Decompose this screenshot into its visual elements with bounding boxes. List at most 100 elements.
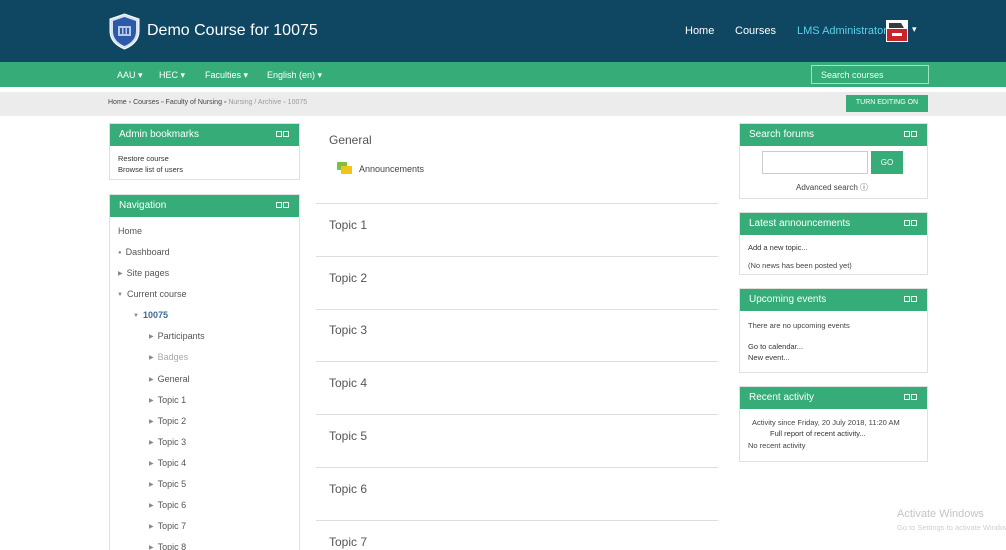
navigation-header[interactable]: Navigation	[110, 195, 299, 217]
nav-tree-topic-4[interactable]: ▶ Topic 4	[149, 458, 186, 468]
restore-course-link[interactable]: Restore course	[118, 154, 169, 163]
block-controls-icon[interactable]	[904, 394, 919, 401]
section-divider	[316, 203, 718, 204]
nav-tree-badges[interactable]: ▶ Badges	[149, 352, 188, 362]
chevron-right-icon: ▶	[149, 461, 154, 467]
block-controls-icon[interactable]	[904, 131, 919, 138]
announcements-link[interactable]: Announcements	[359, 164, 424, 174]
breadcrumb-separator: ▫	[128, 99, 132, 106]
recent-activity-header[interactable]: Recent activity	[740, 387, 927, 409]
recent-activity-block: Recent activity Activity since Friday, 2…	[739, 386, 928, 462]
section-topic-7[interactable]: Topic 7	[329, 535, 367, 549]
nav-home-link[interactable]: Home	[685, 25, 714, 37]
chevron-right-icon: ▶	[149, 545, 154, 550]
chevron-right-icon: ▶	[149, 419, 154, 425]
turn-editing-on-button[interactable]: TURN EDITING ON	[846, 95, 928, 112]
block-controls-icon[interactable]	[276, 202, 291, 209]
chevron-down-icon: ▼	[133, 313, 139, 319]
full-report-link[interactable]: Full report of recent activity...	[770, 429, 866, 438]
nav-tree-home[interactable]: Home	[118, 226, 142, 236]
section-topic-4[interactable]: Topic 4	[329, 376, 367, 390]
browse-users-link[interactable]: Browse list of users	[118, 165, 183, 174]
chevron-down-icon: ▼	[117, 292, 123, 298]
menu-aau[interactable]: AAU ▾	[117, 70, 143, 81]
university-logo-icon[interactable]	[108, 13, 141, 50]
section-topic-1[interactable]: Topic 1	[329, 218, 367, 232]
section-divider	[316, 309, 718, 310]
search-courses-input[interactable]: Search courses	[811, 65, 929, 84]
admin-bookmarks-header[interactable]: Admin bookmarks	[110, 124, 299, 146]
latest-announcements-header[interactable]: Latest announcements	[740, 213, 927, 235]
section-topic-3[interactable]: Topic 3	[329, 323, 367, 337]
user-avatar-icon[interactable]	[886, 20, 908, 42]
block-controls-icon[interactable]	[276, 131, 291, 138]
search-forums-input[interactable]	[762, 151, 868, 174]
block-title: Upcoming events	[749, 294, 827, 305]
breadcrumb-separator: ▫	[223, 99, 227, 106]
breadcrumb-separator: ▫	[283, 99, 286, 106]
nav-tree-topic-2[interactable]: ▶ Topic 2	[149, 416, 186, 426]
advanced-search-link[interactable]: Advanced search ⓘ	[796, 182, 868, 193]
section-general-title[interactable]: General	[329, 133, 372, 147]
admin-bookmarks-block: Admin bookmarks Restore course Browse li…	[109, 123, 300, 180]
search-forums-header[interactable]: Search forums	[740, 124, 927, 146]
chevron-right-icon: ▶	[118, 271, 123, 277]
upcoming-events-header[interactable]: Upcoming events	[740, 289, 927, 311]
menu-hec[interactable]: HEC ▾	[159, 70, 185, 81]
activate-windows-subtitle: Go to Settings to activate Windows.	[897, 523, 1006, 532]
no-upcoming-events-text: There are no upcoming events	[748, 321, 850, 330]
nav-tree-topic-6[interactable]: ▶ Topic 6	[149, 500, 186, 510]
forum-icon	[337, 162, 352, 175]
chevron-right-icon: ▶	[149, 355, 154, 361]
add-new-topic-link[interactable]: Add a new topic...	[748, 243, 808, 252]
block-controls-icon[interactable]	[904, 296, 919, 303]
search-forums-go-button[interactable]: GO	[871, 151, 903, 174]
section-topic-2[interactable]: Topic 2	[329, 271, 367, 285]
block-title: Latest announcements	[749, 218, 851, 229]
nav-tree-dashboard[interactable]: ● Dashboard	[118, 247, 170, 257]
go-to-calendar-link[interactable]: Go to calendar...	[748, 342, 803, 351]
breadcrumb-home[interactable]: Home	[108, 99, 127, 106]
breadcrumb-separator: ▫	[161, 99, 164, 106]
chevron-right-icon: ▶	[149, 398, 154, 404]
nav-tree-course-10075[interactable]: ▼ 10075	[133, 310, 168, 320]
breadcrumb-faculty[interactable]: Faculty of Nursing	[166, 99, 222, 106]
section-topic-6[interactable]: Topic 6	[329, 482, 367, 496]
breadcrumb: Home ▫ Courses ▫ Faculty of Nursing ▫ Nu…	[108, 99, 307, 106]
block-controls-icon[interactable]	[904, 220, 919, 227]
upcoming-events-block: Upcoming events There are no upcoming ev…	[739, 288, 928, 373]
activity-since-text: Activity since Friday, 20 July 2018, 11:…	[752, 418, 900, 427]
section-divider	[316, 520, 718, 521]
nav-tree-topic-3[interactable]: ▶ Topic 3	[149, 437, 186, 447]
chevron-right-icon: ▶	[149, 503, 154, 509]
section-divider	[316, 256, 718, 257]
chevron-right-icon: ▶	[149, 482, 154, 488]
site-title[interactable]: Demo Course for 10075	[147, 22, 318, 40]
no-recent-activity-text: No recent activity	[748, 441, 806, 450]
bullet-icon: ●	[118, 250, 122, 256]
chevron-right-icon: ▶	[149, 440, 154, 446]
section-divider	[316, 414, 718, 415]
nav-courses-link[interactable]: Courses	[735, 25, 776, 37]
user-menu-link[interactable]: LMS Administrator	[797, 25, 887, 37]
latest-announcements-block: Latest announcements Add a new topic... …	[739, 212, 928, 275]
nav-tree-participants[interactable]: ▶ Participants	[149, 331, 205, 341]
block-title: Recent activity	[749, 392, 815, 403]
user-menu-caret-icon[interactable]: ▾	[912, 24, 917, 35]
block-title: Admin bookmarks	[119, 129, 200, 140]
menu-language[interactable]: English (en) ▾	[267, 70, 322, 81]
chevron-right-icon: ▶	[149, 377, 154, 383]
section-topic-5[interactable]: Topic 5	[329, 429, 367, 443]
section-divider	[316, 361, 718, 362]
nav-tree-topic-8[interactable]: ▶ Topic 8	[149, 542, 186, 550]
section-divider	[316, 467, 718, 468]
nav-tree-current-course[interactable]: ▼ Current course	[117, 289, 186, 299]
breadcrumb-courses[interactable]: Courses	[133, 99, 159, 106]
menu-faculties[interactable]: Faculties ▾	[205, 70, 248, 81]
nav-tree-topic-5[interactable]: ▶ Topic 5	[149, 479, 186, 489]
nav-tree-topic-7[interactable]: ▶ Topic 7	[149, 521, 186, 531]
nav-tree-site-pages[interactable]: ▶ Site pages	[118, 268, 169, 278]
new-event-link[interactable]: New event...	[748, 353, 790, 362]
nav-tree-topic-1[interactable]: ▶ Topic 1	[149, 395, 186, 405]
nav-tree-general[interactable]: ▶ General	[149, 374, 190, 384]
